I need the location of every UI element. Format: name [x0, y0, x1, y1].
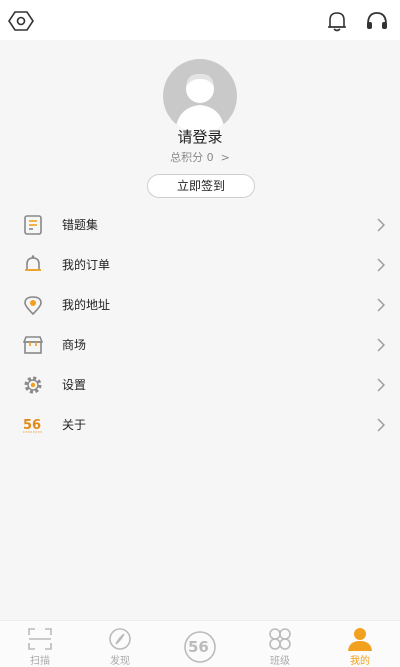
tab-label: 发现 — [110, 656, 130, 667]
login-prompt[interactable]: 请登录 — [0, 126, 400, 147]
logo-56-icon: 56 — [184, 631, 216, 663]
chevron-right-icon — [377, 298, 385, 312]
bottom-tab-bar: 扫描 发现 56 班级 我的 — [0, 620, 400, 667]
svg-text:56: 56 — [188, 638, 209, 656]
avatar[interactable] — [163, 59, 237, 133]
profile-section: 请登录 总积分 0 > 立即签到 — [0, 40, 400, 205]
location-icon — [24, 296, 42, 316]
person-icon — [348, 628, 372, 651]
tab-discover[interactable]: 发现 — [90, 621, 150, 667]
menu-item-wrong-questions[interactable]: 错题集 — [0, 205, 400, 245]
chevron-right-icon — [377, 218, 385, 232]
headset-icon[interactable] — [364, 8, 390, 34]
logo-56-icon: 56 — [23, 418, 43, 433]
tab-label: 我的 — [350, 656, 370, 667]
chevron-right-icon — [377, 418, 385, 432]
top-bar — [0, 0, 400, 40]
menu-item-label: 关于 — [62, 418, 87, 432]
tab-label: 班级 — [270, 656, 290, 667]
bell-icon[interactable] — [324, 8, 350, 34]
bell-icon — [25, 255, 41, 271]
notebook-icon — [24, 215, 42, 235]
menu-item-label: 商场 — [62, 338, 87, 352]
store-icon — [22, 336, 44, 354]
points-text: 总积分 0 — [170, 151, 214, 164]
menu-item-mall[interactable]: 商场 — [0, 325, 400, 365]
grid-circles-icon — [269, 628, 291, 650]
tab-home-logo[interactable]: 56 — [170, 621, 230, 667]
checkin-button[interactable]: 立即签到 — [147, 174, 255, 198]
tab-class[interactable]: 班级 — [250, 621, 310, 667]
tab-label: 扫描 — [30, 656, 50, 667]
menu-item-label: 我的订单 — [62, 258, 111, 272]
menu-item-label: 我的地址 — [62, 298, 111, 312]
compass-icon — [109, 628, 131, 650]
default-avatar-icon — [175, 73, 225, 133]
menu-item-settings[interactable]: 设置 — [0, 365, 400, 405]
menu-item-label: 错题集 — [62, 218, 99, 232]
chevron-right-icon — [377, 338, 385, 352]
menu-item-label: 设置 — [62, 378, 87, 392]
menu-item-about[interactable]: 56 关于 — [0, 405, 400, 445]
tab-scan[interactable]: 扫描 — [10, 621, 70, 667]
hexagon-eye-icon[interactable] — [8, 8, 34, 34]
menu-list: 错题集 我的订单 我的地址 商场 设置 56 关于 — [0, 205, 400, 445]
chevron-right-icon — [377, 378, 385, 392]
tab-mine[interactable]: 我的 — [330, 621, 390, 667]
menu-item-my-address[interactable]: 我的地址 — [0, 285, 400, 325]
svg-text:56: 56 — [23, 418, 41, 433]
gear-icon — [24, 376, 42, 394]
chevron-right-icon: > — [217, 151, 230, 164]
scan-icon — [28, 628, 52, 650]
points-link[interactable]: 总积分 0 > — [0, 149, 400, 165]
chevron-right-icon — [377, 258, 385, 272]
menu-item-my-orders[interactable]: 我的订单 — [0, 245, 400, 285]
